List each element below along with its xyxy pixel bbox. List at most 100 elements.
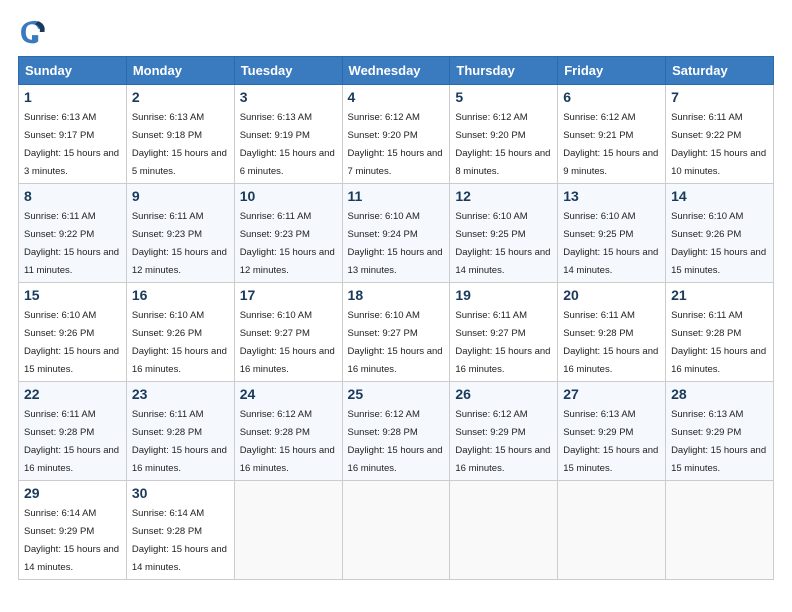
day-number: 13: [563, 188, 660, 204]
calendar-cell: 8 Sunrise: 6:11 AMSunset: 9:22 PMDaylight…: [19, 184, 127, 283]
day-info: Sunrise: 6:10 AMSunset: 9:27 PMDaylight:…: [348, 310, 443, 375]
day-number: 2: [132, 89, 229, 105]
day-info: Sunrise: 6:13 AMSunset: 9:18 PMDaylight:…: [132, 112, 227, 177]
calendar-cell: 27 Sunrise: 6:13 AMSunset: 9:29 PMDayligh…: [558, 382, 666, 481]
day-number: 26: [455, 386, 552, 402]
calendar-cell: 18 Sunrise: 6:10 AMSunset: 9:27 PMDayligh…: [342, 283, 450, 382]
day-info: Sunrise: 6:10 AMSunset: 9:26 PMDaylight:…: [132, 310, 227, 375]
calendar-week-5: 29Sunrise: 6:14 AMSunset: 9:29 PMDayligh…: [19, 481, 774, 580]
day-info: Sunrise: 6:11 AMSunset: 9:23 PMDaylight:…: [132, 211, 227, 276]
day-info: Sunrise: 6:13 AMSunset: 9:29 PMDaylight:…: [671, 409, 766, 474]
header-cell-thursday: Thursday: [450, 57, 558, 85]
header-row: SundayMondayTuesdayWednesdayThursdayFrid…: [19, 57, 774, 85]
calendar-cell: 29Sunrise: 6:14 AMSunset: 9:29 PMDayligh…: [19, 481, 127, 580]
day-info: Sunrise: 6:10 AMSunset: 9:26 PMDaylight:…: [24, 310, 119, 375]
day-number: 9: [132, 188, 229, 204]
calendar-cell: 10 Sunrise: 6:11 AMSunset: 9:23 PMDayligh…: [234, 184, 342, 283]
day-number: 4: [348, 89, 445, 105]
day-info: Sunrise: 6:12 AMSunset: 9:20 PMDaylight:…: [348, 112, 443, 177]
header-cell-sunday: Sunday: [19, 57, 127, 85]
day-number: 27: [563, 386, 660, 402]
day-number: 28: [671, 386, 768, 402]
header-cell-wednesday: Wednesday: [342, 57, 450, 85]
calendar-week-3: 15 Sunrise: 6:10 AMSunset: 9:26 PMDayligh…: [19, 283, 774, 382]
calendar-cell: 20 Sunrise: 6:11 AMSunset: 9:28 PMDayligh…: [558, 283, 666, 382]
calendar-header: SundayMondayTuesdayWednesdayThursdayFrid…: [19, 57, 774, 85]
calendar-cell: 26 Sunrise: 6:12 AMSunset: 9:29 PMDayligh…: [450, 382, 558, 481]
day-info: Sunrise: 6:12 AMSunset: 9:29 PMDaylight:…: [455, 409, 550, 474]
calendar-cell: [558, 481, 666, 580]
day-number: 7: [671, 89, 768, 105]
day-info: Sunrise: 6:10 AMSunset: 9:27 PMDaylight:…: [240, 310, 335, 375]
day-info: Sunrise: 6:12 AMSunset: 9:20 PMDaylight:…: [455, 112, 550, 177]
calendar-cell: 13 Sunrise: 6:10 AMSunset: 9:25 PMDayligh…: [558, 184, 666, 283]
day-number: 19: [455, 287, 552, 303]
day-number: 5: [455, 89, 552, 105]
day-number: 22: [24, 386, 121, 402]
day-info: Sunrise: 6:11 AMSunset: 9:23 PMDaylight:…: [240, 211, 335, 276]
day-info: Sunrise: 6:13 AMSunset: 9:29 PMDaylight:…: [563, 409, 658, 474]
calendar-cell: 15 Sunrise: 6:10 AMSunset: 9:26 PMDayligh…: [19, 283, 127, 382]
day-number: 8: [24, 188, 121, 204]
calendar-body: 1 Sunrise: 6:13 AMSunset: 9:17 PMDaylight…: [19, 85, 774, 580]
day-info: Sunrise: 6:11 AMSunset: 9:22 PMDaylight:…: [24, 211, 119, 276]
day-info: Sunrise: 6:11 AMSunset: 9:28 PMDaylight:…: [563, 310, 658, 375]
calendar-cell: 14 Sunrise: 6:10 AMSunset: 9:26 PMDayligh…: [666, 184, 774, 283]
calendar-cell: 6 Sunrise: 6:12 AMSunset: 9:21 PMDaylight…: [558, 85, 666, 184]
day-number: 3: [240, 89, 337, 105]
day-info: Sunrise: 6:10 AMSunset: 9:24 PMDaylight:…: [348, 211, 443, 276]
day-number: 15: [24, 287, 121, 303]
calendar-cell: 7 Sunrise: 6:11 AMSunset: 9:22 PMDaylight…: [666, 85, 774, 184]
calendar-cell: [666, 481, 774, 580]
day-number: 16: [132, 287, 229, 303]
calendar-cell: [342, 481, 450, 580]
header-cell-saturday: Saturday: [666, 57, 774, 85]
day-number: 18: [348, 287, 445, 303]
day-info: Sunrise: 6:14 AMSunset: 9:28 PMDaylight:…: [132, 508, 227, 573]
header-cell-tuesday: Tuesday: [234, 57, 342, 85]
day-number: 11: [348, 188, 445, 204]
calendar-cell: 5 Sunrise: 6:12 AMSunset: 9:20 PMDaylight…: [450, 85, 558, 184]
day-info: Sunrise: 6:12 AMSunset: 9:21 PMDaylight:…: [563, 112, 658, 177]
day-info: Sunrise: 6:13 AMSunset: 9:17 PMDaylight:…: [24, 112, 119, 177]
calendar-cell: 12Sunrise: 6:10 AMSunset: 9:25 PMDayligh…: [450, 184, 558, 283]
day-number: 1: [24, 89, 121, 105]
calendar-cell: 30 Sunrise: 6:14 AMSunset: 9:28 PMDayligh…: [126, 481, 234, 580]
day-number: 20: [563, 287, 660, 303]
day-number: 10: [240, 188, 337, 204]
calendar-cell: 4 Sunrise: 6:12 AMSunset: 9:20 PMDaylight…: [342, 85, 450, 184]
calendar-cell: 17 Sunrise: 6:10 AMSunset: 9:27 PMDayligh…: [234, 283, 342, 382]
day-info: Sunrise: 6:14 AMSunset: 9:29 PMDaylight:…: [24, 508, 119, 573]
header: [18, 18, 774, 46]
day-info: Sunrise: 6:10 AMSunset: 9:26 PMDaylight:…: [671, 211, 766, 276]
day-info: Sunrise: 6:12 AMSunset: 9:28 PMDaylight:…: [240, 409, 335, 474]
calendar-cell: 24Sunrise: 6:12 AMSunset: 9:28 PMDayligh…: [234, 382, 342, 481]
calendar-cell: [450, 481, 558, 580]
day-number: 12: [455, 188, 552, 204]
calendar-cell: 23Sunrise: 6:11 AMSunset: 9:28 PMDayligh…: [126, 382, 234, 481]
header-cell-friday: Friday: [558, 57, 666, 85]
day-number: 6: [563, 89, 660, 105]
day-number: 14: [671, 188, 768, 204]
calendar-cell: 28 Sunrise: 6:13 AMSunset: 9:29 PMDayligh…: [666, 382, 774, 481]
calendar-cell: 9 Sunrise: 6:11 AMSunset: 9:23 PMDaylight…: [126, 184, 234, 283]
calendar-cell: [234, 481, 342, 580]
day-number: 30: [132, 485, 229, 501]
calendar-cell: 1 Sunrise: 6:13 AMSunset: 9:17 PMDaylight…: [19, 85, 127, 184]
day-info: Sunrise: 6:13 AMSunset: 9:19 PMDaylight:…: [240, 112, 335, 177]
day-number: 25: [348, 386, 445, 402]
header-cell-monday: Monday: [126, 57, 234, 85]
day-info: Sunrise: 6:11 AMSunset: 9:28 PMDaylight:…: [24, 409, 119, 474]
day-info: Sunrise: 6:11 AMSunset: 9:27 PMDaylight:…: [455, 310, 550, 375]
calendar-cell: 11 Sunrise: 6:10 AMSunset: 9:24 PMDayligh…: [342, 184, 450, 283]
calendar-cell: 21Sunrise: 6:11 AMSunset: 9:28 PMDayligh…: [666, 283, 774, 382]
calendar-table: SundayMondayTuesdayWednesdayThursdayFrid…: [18, 56, 774, 580]
day-number: 17: [240, 287, 337, 303]
day-info: Sunrise: 6:10 AMSunset: 9:25 PMDaylight:…: [563, 211, 658, 276]
logo-icon: [18, 18, 46, 46]
calendar-cell: 2 Sunrise: 6:13 AMSunset: 9:18 PMDaylight…: [126, 85, 234, 184]
calendar-cell: 22 Sunrise: 6:11 AMSunset: 9:28 PMDayligh…: [19, 382, 127, 481]
day-info: Sunrise: 6:11 AMSunset: 9:22 PMDaylight:…: [671, 112, 766, 177]
logo: [18, 18, 50, 46]
calendar-cell: 16 Sunrise: 6:10 AMSunset: 9:26 PMDayligh…: [126, 283, 234, 382]
